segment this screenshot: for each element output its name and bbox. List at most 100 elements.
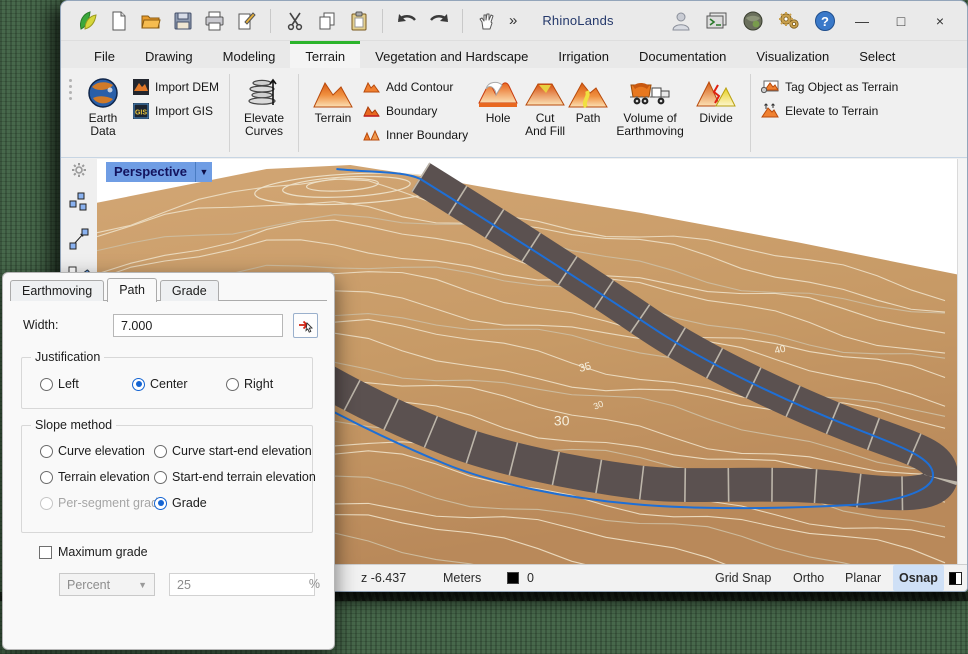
radio-circle[interactable]	[154, 445, 167, 458]
terrain-button[interactable]: Terrain	[306, 71, 360, 155]
help-icon[interactable]: ?	[811, 7, 838, 34]
tab-file[interactable]: File	[79, 41, 130, 68]
tag-object-as-terrain-button[interactable]: Tag Object as Terrain	[758, 77, 901, 96]
radio-circle-selected[interactable]	[154, 497, 167, 510]
maximum-grade-checkbox[interactable]	[39, 546, 52, 559]
toggle-ortho[interactable]: Ortho	[787, 565, 830, 591]
tab-visualization[interactable]: Visualization	[741, 41, 844, 68]
svg-text:GIS: GIS	[135, 109, 147, 116]
cut-and-fill-button[interactable]: Cut And Fill	[525, 71, 565, 155]
divide-button[interactable]: Divide	[689, 71, 743, 155]
new-file-button[interactable]	[105, 7, 132, 34]
tab-vegetation-and-hardscape[interactable]: Vegetation and Hardscape	[360, 41, 543, 68]
tab-terrain[interactable]: Terrain	[290, 41, 360, 68]
viewport-dropdown-icon[interactable]: ▼	[195, 162, 212, 182]
maximum-grade-input	[169, 573, 315, 596]
inner-boundary-button[interactable]: Inner Boundary	[360, 125, 471, 144]
toggle-grid-snap[interactable]: Grid Snap	[709, 565, 777, 591]
add-contour-icon	[363, 80, 380, 94]
dialog-tab-grade[interactable]: Grade	[160, 280, 219, 301]
account-user-icon[interactable]	[667, 7, 694, 34]
path-button[interactable]: Path	[565, 71, 611, 155]
radio-curve-elevation[interactable]: Curve elevation	[40, 444, 145, 458]
radio-start-end-terrain-elevation[interactable]: Start-end terrain elevation	[154, 470, 316, 484]
grade-unit-row: Percent ▼ %	[59, 573, 320, 597]
move-scale-tool-icon[interactable]	[69, 228, 89, 255]
radio-center[interactable]: Center	[132, 377, 188, 391]
settings-gears-icon[interactable]	[775, 7, 802, 34]
save-button[interactable]	[169, 7, 196, 34]
world-globe-icon[interactable]	[739, 7, 766, 34]
open-file-button[interactable]	[137, 7, 164, 34]
dump-truck-icon	[628, 75, 672, 109]
slope-method-group: Slope method Curve elevation Curve start…	[21, 425, 313, 533]
tab-documentation[interactable]: Documentation	[624, 41, 741, 68]
toggle-planar[interactable]: Planar	[839, 565, 887, 591]
pan-hand-button[interactable]	[473, 7, 500, 34]
cut-button[interactable]	[281, 7, 308, 34]
tab-irrigation[interactable]: Irrigation	[543, 41, 624, 68]
hole-button[interactable]: Hole	[471, 71, 525, 155]
elevate-to-terrain-button[interactable]: Elevate to Terrain	[758, 101, 901, 120]
viewport-display-icon[interactable]	[949, 565, 962, 591]
earth-data-button[interactable]: Earth Data	[76, 71, 130, 155]
command-console-icon[interactable]	[703, 7, 730, 34]
width-row: Width:	[23, 314, 320, 338]
status-units[interactable]: Meters	[443, 565, 481, 591]
import-group: Import DEM GIS Import GIS	[130, 71, 222, 155]
radio-right[interactable]: Right	[226, 377, 273, 391]
redo-button[interactable]	[425, 7, 452, 34]
dialog-tab-earthmoving[interactable]: Earthmoving	[10, 280, 104, 301]
grade-unit-value: Percent	[67, 578, 110, 592]
toggle-osnap[interactable]: Osnap	[893, 565, 944, 591]
boundary-button[interactable]: Boundary	[360, 101, 471, 120]
radio-terrain-elevation[interactable]: Terrain elevation	[40, 470, 150, 484]
tab-modeling[interactable]: Modeling	[208, 41, 291, 68]
ribbon-separator	[298, 74, 299, 152]
tag-object-as-terrain-label: Tag Object as Terrain	[785, 80, 898, 94]
elevate-to-terrain-label: Elevate to Terrain	[785, 104, 878, 118]
radio-circle[interactable]	[40, 378, 53, 391]
import-dem-button[interactable]: Import DEM	[130, 77, 222, 96]
copy-button[interactable]	[313, 7, 340, 34]
layer-color-swatch[interactable]	[507, 565, 519, 591]
radio-circle[interactable]	[40, 445, 53, 458]
tab-drawing[interactable]: Drawing	[130, 41, 208, 68]
ribbon-tab-bar: File Drawing Modeling Terrain Vegetation…	[61, 41, 967, 68]
minimize-button[interactable]: —	[847, 8, 877, 34]
hole-label: Hole	[486, 112, 511, 125]
radio-grade[interactable]: Grade	[154, 496, 207, 510]
viewport-right-scrollbar[interactable]	[957, 159, 967, 564]
close-button[interactable]: ×	[925, 8, 955, 34]
pick-on-screen-button[interactable]	[293, 313, 318, 338]
divide-icon	[696, 75, 736, 109]
volume-of-earthmoving-button[interactable]: Volume of Earthmoving	[611, 71, 689, 155]
tab-select[interactable]: Select	[844, 41, 910, 68]
radio-circle-selected[interactable]	[132, 378, 145, 391]
viewport-label[interactable]: Perspective ▼	[106, 162, 212, 182]
status-layer-name[interactable]: 0	[527, 565, 534, 591]
elevate-curves-button[interactable]: Elevate Curves	[237, 71, 291, 155]
edit-note-button[interactable]	[233, 7, 260, 34]
edit-points-tool-icon[interactable]	[69, 192, 89, 219]
add-contour-button[interactable]: Add Contour	[360, 77, 471, 96]
import-gis-button[interactable]: GIS Import GIS	[130, 101, 222, 120]
radio-left[interactable]: Left	[40, 377, 79, 391]
radio-circle[interactable]	[154, 471, 167, 484]
maximize-button[interactable]: □	[886, 8, 916, 34]
dialog-tab-path[interactable]: Path	[107, 278, 157, 302]
paste-button[interactable]	[345, 7, 372, 34]
elevate-curves-icon	[247, 75, 281, 109]
maximum-grade-row[interactable]: Maximum grade	[39, 545, 148, 559]
volume-of-earthmoving-label: Volume of Earthmoving	[611, 112, 689, 139]
radio-curve-start-end-elevation[interactable]: Curve start-end elevation	[154, 444, 312, 458]
radio-circle[interactable]	[226, 378, 239, 391]
elevate-to-terrain-icon	[761, 103, 779, 118]
terrain-icon	[313, 75, 353, 109]
radio-circle[interactable]	[40, 471, 53, 484]
width-input[interactable]	[113, 314, 283, 337]
undo-button[interactable]	[393, 7, 420, 34]
more-tools-button[interactable]: »	[505, 12, 521, 29]
print-button[interactable]	[201, 7, 228, 34]
panel-gear-icon[interactable]	[71, 162, 87, 183]
